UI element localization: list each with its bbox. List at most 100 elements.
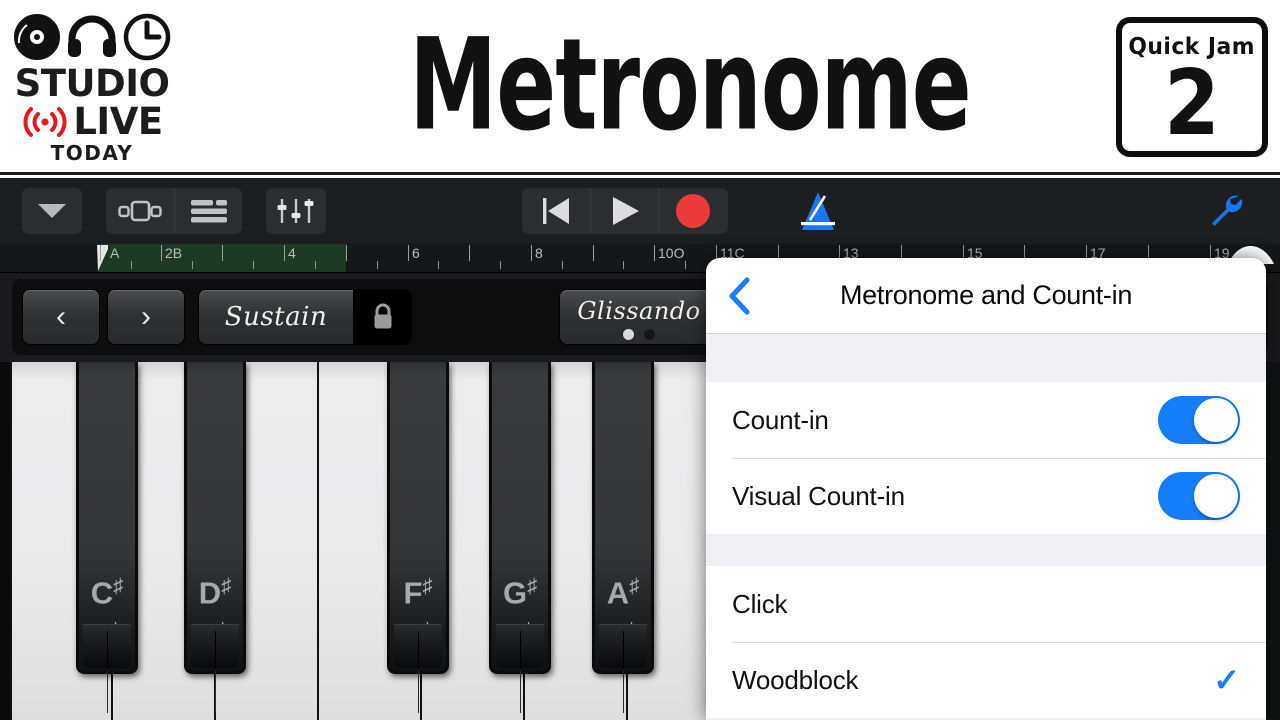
metronome-settings-popover: Metronome and Count-in Count-in Visual C…: [706, 258, 1266, 720]
rewind-button[interactable]: [522, 188, 590, 234]
chevron-right-label: ›: [141, 300, 151, 333]
glissando-mode-dots: [623, 328, 655, 340]
key-divider: [215, 671, 216, 713]
row-label: Woodblock: [732, 664, 859, 695]
chevron-left-label: ‹: [56, 300, 66, 333]
checkmark-icon: ✓: [1213, 662, 1240, 698]
chevron-left-icon: [729, 277, 750, 314]
row-visual-count-in[interactable]: Visual Count-in: [706, 458, 1266, 534]
black-key-c-sharp[interactable]: C♯ D♭: [76, 362, 138, 713]
glissando-dot-off: [644, 328, 655, 340]
black-key-foot: [83, 624, 131, 669]
key-divider: [107, 671, 108, 713]
piano-keyboard[interactable]: C♯ D♭ D♯ E♭ F♯ G♭ G♯ A♭: [0, 362, 710, 720]
broadcast-waves-icon: [23, 107, 67, 137]
row-woodblock[interactable]: Woodblock ✓: [706, 642, 1266, 718]
toggle-knob: [1194, 398, 1238, 442]
visual-count-in-toggle[interactable]: [1158, 472, 1240, 520]
view-toggle-group[interactable]: [106, 188, 242, 234]
clock-icon: [123, 13, 171, 61]
section-gap: [706, 334, 1266, 382]
chevron-down-icon: [38, 204, 66, 218]
popover-back-button[interactable]: [720, 274, 760, 318]
garageband-app: A 2B 4 6 8 10O 11C 13 15 17 19 ‹ › Susta…: [0, 178, 1280, 720]
navigation-icon: [118, 200, 162, 222]
sustain-button[interactable]: Sustain: [198, 289, 354, 345]
logo-live-text: LIVE: [73, 100, 163, 143]
lock-icon: [374, 303, 392, 329]
octave-up-button[interactable]: ›: [107, 289, 185, 345]
transport-group[interactable]: [522, 188, 728, 234]
rewind-icon: [543, 198, 569, 224]
octave-down-button[interactable]: ‹: [22, 289, 100, 345]
brand-header: STUDIO LIVE TODAY Metronome Quick Jam 2: [0, 0, 1280, 175]
page-title: Metronome: [409, 10, 971, 159]
glissando-label: Glissando: [577, 296, 701, 325]
glissando-button[interactable]: Glissando: [559, 289, 719, 345]
row-label: Visual Count-in: [732, 480, 905, 511]
settings-wrench-button[interactable]: [1198, 188, 1254, 234]
quick-jam-badge: Quick Jam 2: [1116, 17, 1268, 157]
screenshot-root: STUDIO LIVE TODAY Metronome Quick Jam 2: [0, 0, 1280, 720]
tracks-icon: [190, 200, 227, 223]
black-key-foot: [394, 624, 442, 669]
black-key-foot: [496, 624, 544, 669]
row-count-in[interactable]: Count-in: [706, 382, 1266, 458]
sustain-label: Sustain: [224, 302, 328, 332]
logo-studio-text: STUDIO: [14, 62, 170, 105]
badge-number: 2: [1164, 51, 1220, 156]
ruler-label: A: [110, 245, 120, 261]
key-divider: [623, 671, 624, 713]
metronome-button[interactable]: [790, 188, 846, 234]
ruler-label: 6: [412, 245, 420, 261]
black-key-sharp-label: C♯: [90, 575, 124, 611]
headphones-icon: [68, 15, 116, 57]
record-icon: [675, 194, 710, 228]
navigation-button[interactable]: [106, 188, 174, 234]
glissando-dot-on: [623, 328, 634, 340]
record-button[interactable]: [658, 188, 726, 234]
section-gap: [706, 534, 1266, 566]
my-songs-chevron-button[interactable]: [22, 188, 82, 234]
row-label: Count-in: [732, 404, 829, 435]
sustain-lock-button[interactable]: [354, 289, 412, 345]
metronome-icon: [801, 192, 835, 230]
black-key-sharp-label: D♯: [198, 575, 232, 611]
play-button[interactable]: [590, 188, 658, 234]
key-divider: [418, 671, 419, 713]
click-sound-section: Click Woodblock ✓: [706, 566, 1266, 718]
playhead-marker[interactable]: [96, 244, 110, 272]
logo-icon-row: [12, 11, 172, 63]
logo-today-text: TODAY: [50, 141, 134, 165]
toggle-knob: [1194, 474, 1238, 518]
logo-live-row: LIVE: [12, 103, 172, 141]
app-toolbar: [0, 178, 1280, 244]
wrench-icon: [1212, 195, 1243, 226]
tracks-view-button[interactable]: [174, 188, 242, 234]
mixer-fx-button[interactable]: [266, 188, 326, 234]
count-in-toggle[interactable]: [1158, 396, 1240, 444]
key-divider: [520, 671, 521, 713]
black-key-foot: [191, 624, 239, 669]
ruler-label: 10O: [658, 245, 685, 261]
black-key-d-sharp[interactable]: D♯ E♭: [184, 362, 246, 713]
black-key-a-sharp[interactable]: A♯ B♭: [592, 362, 654, 713]
play-icon: [612, 197, 639, 225]
black-key-foot: [599, 624, 647, 669]
black-key-f-sharp[interactable]: F♯ G♭: [387, 362, 449, 713]
vinyl-record-icon: [14, 14, 60, 60]
studio-live-today-logo: STUDIO LIVE TODAY: [12, 8, 172, 166]
count-in-section: Count-in Visual Count-in: [706, 382, 1266, 534]
ruler-label: 4: [288, 245, 296, 261]
row-label: Click: [732, 588, 788, 619]
black-key-g-sharp[interactable]: G♯ A♭: [489, 362, 551, 713]
sliders-icon: [277, 199, 314, 223]
popover-title: Metronome and Count-in: [839, 280, 1133, 310]
black-key-sharp-label: A♯: [606, 575, 640, 611]
ruler-label: 8: [535, 245, 543, 261]
row-click[interactable]: Click: [706, 566, 1266, 642]
popover-navbar: Metronome and Count-in: [706, 258, 1266, 334]
black-key-sharp-label: F♯: [403, 575, 433, 611]
ruler-label: 2B: [165, 245, 183, 261]
black-key-sharp-label: G♯: [502, 575, 538, 611]
